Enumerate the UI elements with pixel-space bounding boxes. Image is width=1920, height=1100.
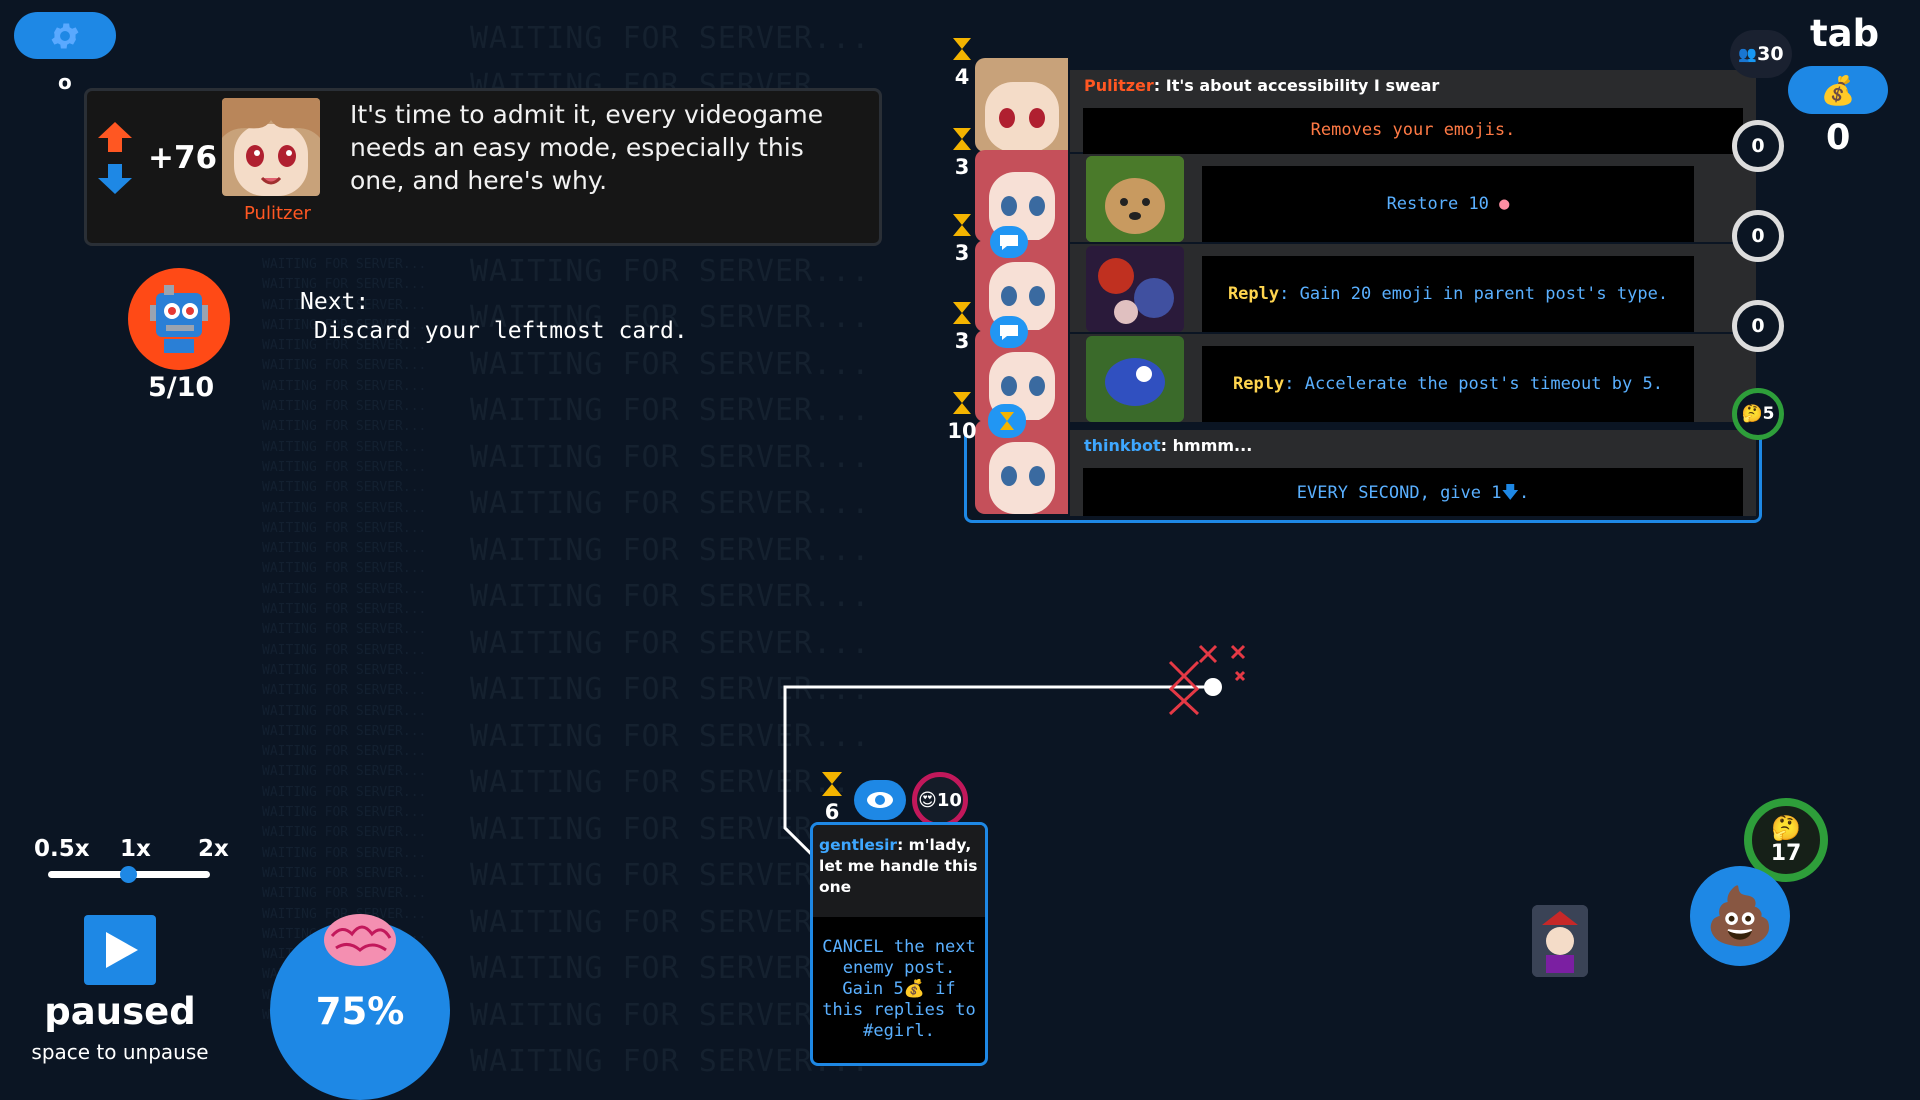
poop-button[interactable]: 💩 xyxy=(1690,866,1790,966)
jester-card[interactable] xyxy=(1532,905,1588,977)
speed-option-1x[interactable]: 1x xyxy=(120,836,151,862)
jester-icon xyxy=(1532,905,1588,977)
hand-card-effect: CANCEL the next enemy post. Gain 5💰 if t… xyxy=(822,937,976,1041)
speed-slider-knob[interactable] xyxy=(120,866,137,883)
play-icon xyxy=(106,932,138,968)
hand-card[interactable]: gentlesir: m'lady, let me handle this on… xyxy=(810,822,988,1066)
brain-icon xyxy=(322,910,398,972)
poop-emoji-icon: 💩 xyxy=(1705,884,1775,949)
pause-status: paused xyxy=(44,990,196,1033)
heart-eyes-count: 😍 10 xyxy=(912,772,968,828)
speed-option-half[interactable]: 0.5x xyxy=(34,836,90,862)
brain-percent: 75% xyxy=(315,990,405,1033)
speed-option-2x[interactable]: 2x xyxy=(198,836,229,862)
thinking-emoji-icon: 🤔 xyxy=(1771,813,1801,842)
eye-icon xyxy=(854,780,906,820)
play-button[interactable] xyxy=(84,915,156,985)
heart-eyes-icon: 😍 xyxy=(918,789,937,811)
unpause-hint: space to unpause xyxy=(31,1040,209,1064)
hand-card-timer: 6 xyxy=(818,770,846,823)
hand-card-author: gentlesir xyxy=(819,836,898,854)
money-bag-icon: 💰 xyxy=(903,979,925,999)
hand-card-text: gentlesir: m'lady, let me handle this on… xyxy=(819,836,978,896)
hourglass-icon xyxy=(822,772,842,796)
